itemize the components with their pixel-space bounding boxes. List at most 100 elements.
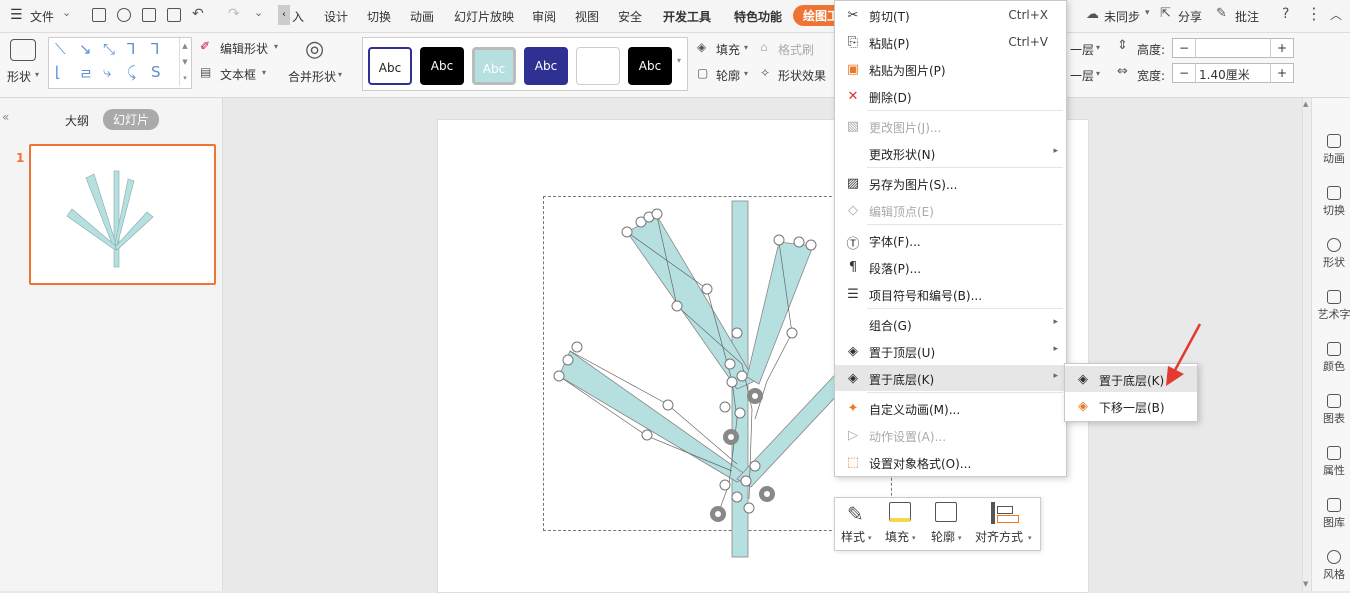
tab-insert[interactable]: 入 (292, 8, 304, 25)
outline-icon[interactable]: ▢ (697, 66, 708, 80)
sidebar-item-wordart[interactable]: 艺术字 (1316, 290, 1350, 322)
mini-style-button[interactable]: 样式 (841, 528, 865, 545)
comment-icon[interactable]: ✎ (1216, 6, 1227, 21)
mini-align-button[interactable]: 对齐方式 (975, 528, 1023, 545)
menu-item-change-shape[interactable]: 更改形状(N) ▸ (835, 140, 1066, 166)
branch-shape-2[interactable] (746, 241, 814, 385)
share-icon[interactable]: ⇱ (1160, 6, 1171, 21)
menu-item-group[interactable]: 组合(G) ▸ (835, 311, 1066, 337)
submenu-item-send-backward[interactable]: ◈ 下移一层(B) (1065, 393, 1197, 419)
chevron-down-icon[interactable]: ▾ (1096, 43, 1100, 52)
sidebar-item-transition[interactable]: 切换 (1316, 186, 1350, 218)
chevron-down-icon[interactable]: ▾ (274, 42, 278, 51)
send-backward-button[interactable]: 一层 (1070, 67, 1094, 84)
sidebar-item-properties[interactable]: 属性 (1316, 446, 1350, 478)
chevron-down-icon[interactable]: ⌄ (62, 6, 71, 19)
branch-shape-3[interactable] (558, 350, 750, 483)
shape-effect-button[interactable]: 形状效果 (778, 67, 826, 84)
tab-developer[interactable]: 开发工具 (663, 8, 711, 25)
shape-effect-icon[interactable]: ✧ (760, 66, 770, 80)
line-icon[interactable]: ⟍ (55, 40, 66, 58)
tab-slides[interactable]: 幻灯片 (103, 109, 160, 130)
undo-icon[interactable]: ↶ (192, 6, 204, 22)
chevron-down-icon[interactable]: ▾ (868, 534, 872, 542)
gallery-expand-icon[interactable]: ▾ (677, 56, 681, 65)
menu-item-paste[interactable]: ⎘ 粘贴(P) Ctrl+V (835, 29, 1066, 55)
elbow-arrow-icon[interactable]: ⅂ (151, 40, 159, 58)
sidebar-item-color[interactable]: 颜色 (1316, 342, 1350, 374)
fill-bucket-icon[interactable] (889, 502, 911, 522)
more-options-icon[interactable]: ⋮ (1306, 4, 1322, 23)
chevron-down-icon[interactable]: ▾ (958, 534, 962, 542)
menu-item-custom-animation[interactable]: ✦ 自定义动画(M)... (835, 395, 1066, 421)
menu-item-paragraph[interactable]: ¶ 段落(P)... (835, 254, 1066, 280)
elbow-double-arrow-icon[interactable]: ⌊ (55, 63, 61, 81)
style-preview-1[interactable]: Abc (368, 47, 412, 85)
elbow-connector-icon[interactable]: ⅂ (127, 40, 135, 58)
height-decrease-button[interactable]: − (1173, 39, 1196, 57)
edit-shape-icon[interactable]: ✐ (200, 39, 210, 53)
sidebar-item-gallery[interactable]: 图库 (1316, 498, 1350, 530)
file-menu[interactable]: 文件 (30, 8, 54, 25)
shape-icon[interactable] (10, 39, 36, 61)
height-increase-button[interactable]: + (1270, 39, 1293, 57)
textbox-icon[interactable]: ▤ (200, 65, 211, 79)
align-icon[interactable] (991, 502, 995, 524)
menu-item-bullets[interactable]: ☰ 项目符号和编号(B)... (835, 281, 1066, 307)
comment-button[interactable]: 批注 (1235, 8, 1259, 25)
help-icon[interactable]: ? (1282, 6, 1289, 22)
height-input[interactable]: − + (1172, 38, 1294, 58)
tab-animation[interactable]: 动画 (410, 8, 434, 25)
style-preview-6[interactable]: Abc (628, 47, 672, 85)
print-icon[interactable] (142, 8, 156, 22)
sidebar-item-style[interactable]: 风格 (1316, 550, 1350, 582)
chevron-down-icon[interactable]: ▾ (1096, 69, 1100, 78)
chevron-down-icon[interactable]: ▾ (35, 70, 39, 79)
menu-item-paste-as-image[interactable]: ▣ 粘贴为图片(P) (835, 56, 1066, 82)
width-decrease-button[interactable]: − (1173, 64, 1196, 82)
width-input[interactable]: − 1.40厘米 + (1172, 63, 1294, 83)
redo-icon[interactable]: ↷ (228, 6, 240, 22)
gallery-scroll[interactable]: ▲ ▼ ▾ (179, 38, 190, 86)
chevron-down-icon[interactable]: ▾ (338, 70, 342, 79)
textbox-button[interactable]: 文本框 (220, 66, 256, 83)
menu-item-delete[interactable]: ✕ 删除(D) (835, 83, 1066, 109)
sidebar-item-chart[interactable]: 图表 (1316, 394, 1350, 426)
style-preview-5[interactable] (576, 47, 620, 85)
vertical-scrollbar[interactable]: ▲ ▼ (1303, 98, 1312, 591)
sidebar-item-animation[interactable]: 动画 (1316, 134, 1350, 166)
tab-view[interactable]: 视图 (575, 8, 599, 25)
freeform-icon[interactable]: S (151, 63, 161, 81)
width-increase-button[interactable]: + (1270, 64, 1293, 82)
tab-special[interactable]: 特色功能 (734, 8, 782, 25)
tab-security[interactable]: 安全 (618, 8, 642, 25)
style-preview-4[interactable]: Abc (524, 47, 568, 85)
merge-shape-icon[interactable]: ◎ (305, 37, 324, 62)
style-preview-3[interactable]: Abc (472, 47, 516, 85)
more-icon[interactable]: ⌄ (254, 6, 263, 19)
bring-forward-button[interactable]: 一层 (1070, 41, 1094, 58)
double-arrow-icon[interactable]: ⤡ (103, 40, 115, 58)
edit-shape-button[interactable]: 编辑形状 (220, 40, 268, 57)
mini-outline-button[interactable]: 轮廓 (931, 528, 955, 545)
menu-item-format-object[interactable]: ⬚ 设置对象格式(O)... (835, 449, 1066, 475)
chevron-down-icon[interactable]: ▾ (1028, 534, 1032, 542)
curve-double-arrow-icon[interactable]: ⤹ (127, 63, 136, 81)
shape-button[interactable]: 形状 (7, 68, 31, 85)
sidebar-item-shape[interactable]: 形状 (1316, 238, 1350, 270)
merge-shape-button[interactable]: 合并形状 (288, 68, 336, 85)
save-icon[interactable] (92, 8, 106, 22)
fill-button[interactable]: 填充 (716, 41, 740, 58)
cloud-icon[interactable]: ☁ (1086, 7, 1099, 22)
chevron-down-icon[interactable]: ▾ (1145, 8, 1150, 18)
curve-arrow-icon[interactable]: ⤷ (103, 63, 111, 81)
tab-review[interactable]: 审阅 (532, 8, 556, 25)
chevron-down-icon[interactable]: ▾ (744, 43, 748, 52)
menu-item-bring-to-front[interactable]: ◈ 置于顶层(U) ▸ (835, 338, 1066, 364)
export-icon[interactable] (117, 8, 131, 22)
fill-icon[interactable]: ◈ (697, 40, 706, 54)
collapse-panel-icon[interactable]: « (2, 110, 9, 124)
scroll-left-icon[interactable]: ‹ (278, 5, 290, 25)
chevron-down-icon[interactable]: ▾ (262, 68, 266, 77)
line-shapes-gallery[interactable]: ⟍ ↘ ⤡ ⅂ ⅂ ⌊ ㄹ ⤷ ⤹ S ▲ ▼ ▾ (48, 37, 192, 89)
